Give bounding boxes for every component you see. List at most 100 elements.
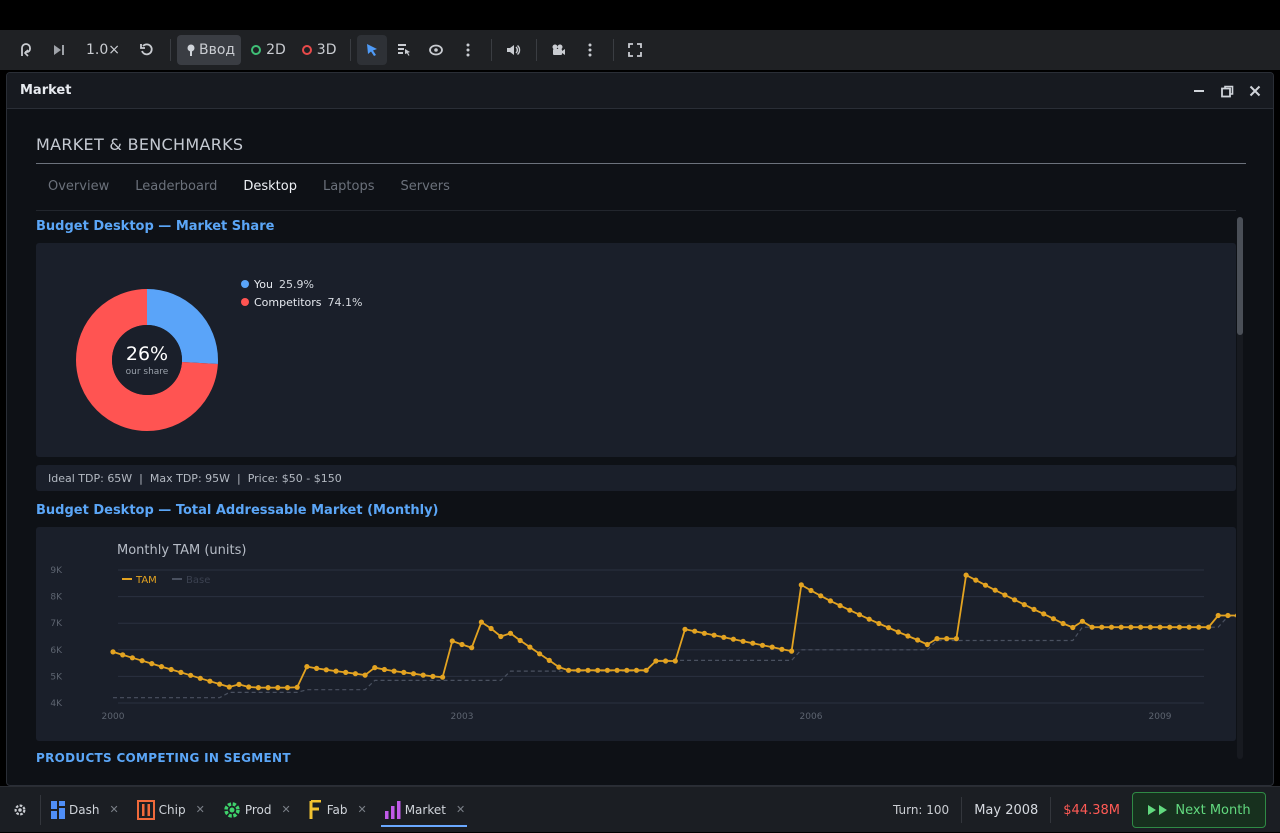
taskbar-tab-chip[interactable]: Chip ✕ [127,787,213,833]
ratio-icon[interactable] [12,35,42,65]
tam-point [779,646,785,652]
mode-2d-button[interactable]: 2D [243,42,294,58]
window-title: Market [20,83,72,98]
mode-2d-label: 2D [266,42,286,58]
tab-leaderboard[interactable]: Leaderboard [135,179,217,194]
taskbar-tab-label: Prod [244,802,272,817]
y-tick-label: 6K [50,646,63,656]
tab-servers[interactable]: Servers [401,179,450,194]
tam-point [265,685,271,691]
tam-point [1002,592,1008,598]
more-vertical-icon[interactable] [453,35,483,65]
tam-point [750,640,756,646]
tam-point [1118,624,1124,630]
tam-point [1138,624,1144,630]
window-titlebar[interactable]: Market [7,73,1273,109]
tam-point [827,598,834,604]
tab-overview[interactable]: Overview [48,179,109,194]
taskbar-tab-fab[interactable]: Fab ✕ [299,787,375,833]
cash-balance: $44.38M [1050,797,1132,823]
tam-point [410,671,417,677]
taskbar-tab-label: Dash [69,802,100,817]
current-date: May 2008 [961,797,1050,823]
taskbar-tab-market[interactable]: Market ✕ [375,787,473,833]
fullscreen-icon[interactable] [620,35,650,65]
taskbar-tab-prod[interactable]: Prod ✕ [213,787,299,833]
scrollbar-thumb[interactable] [1237,217,1243,335]
tab-laptops[interactable]: Laptops [323,179,375,194]
tam-point [527,644,533,650]
donut-center: 26% our share [76,289,218,431]
tam-point [459,641,465,648]
tam-point [469,645,475,651]
tam-point [575,667,581,673]
tam-point [633,667,640,673]
close-icon[interactable] [1247,85,1263,97]
share-legend: You 25.9% Competitors 74.1% [241,275,363,311]
mode-3d-button[interactable]: 3D [294,42,345,58]
tam-point [895,629,901,635]
taskbar-tab-label: Fab [326,802,348,817]
volume-icon[interactable] [498,35,528,65]
legend-item-competitors: Competitors 74.1% [241,293,363,311]
more-vertical-icon-2[interactable] [575,35,605,65]
tam-point [158,664,165,670]
window-controls [1191,73,1263,109]
chip-icon [136,799,155,820]
tam-point [537,651,543,657]
tab-desktop[interactable]: Desktop [243,179,297,194]
close-tab-icon[interactable]: ✕ [109,803,118,816]
step-forward-icon[interactable] [44,35,74,65]
eye-icon[interactable] [421,35,451,65]
x-tick-label: 2003 [451,712,474,722]
tam-point [672,658,678,664]
tam-point [488,625,494,632]
close-tab-icon[interactable]: ✕ [357,803,366,816]
segment-info-bar: Ideal TDP: 65W | Max TDP: 95W | Price: $… [36,465,1236,491]
speed-value[interactable]: 1.0× [76,35,130,65]
segment-info-text: Ideal TDP: 65W | Max TDP: 95W | Price: $… [48,471,342,485]
taskbar: Dash ✕ Chip ✕ Prod ✕ Fab ✕ Market ✕ Turn… [0,786,1280,832]
tam-point [847,607,853,613]
camera-icon[interactable] [543,35,573,65]
close-tab-icon[interactable]: ✕ [196,803,205,816]
tam-point [372,665,378,671]
tam-point [566,667,572,673]
select-list-icon[interactable] [389,35,419,65]
tam-point [915,637,921,643]
ring-green-icon [251,45,262,55]
legend-label-you: You [254,277,273,291]
tam-point [255,685,261,691]
settings-gear-icon[interactable] [0,803,40,817]
tam-point [769,644,775,650]
tam-point [507,630,514,636]
tam-point [953,636,960,642]
x-tick-label: 2009 [1149,712,1172,722]
y-tick-label: 4K [50,699,63,709]
tam-point [876,620,882,627]
next-month-button[interactable]: Next Month [1132,792,1266,828]
tam-chart-panel: Monthly TAM (units) 4K 5K 6K 7K 8K 9K 2000 2003 2… [36,527,1273,741]
tam-point [401,669,407,675]
reset-icon[interactable] [132,35,162,65]
close-tab-icon[interactable]: ✕ [456,803,465,816]
tam-point [1060,620,1066,627]
content-scrollbar[interactable] [1237,217,1243,759]
pointer-icon[interactable] [357,35,388,65]
restore-icon[interactable] [1219,85,1235,98]
minimize-icon[interactable] [1191,85,1207,97]
tabs-divider [36,210,1236,211]
tam-point [1089,624,1095,630]
input-mode-button[interactable]: Ввод [177,35,242,65]
tam-point [110,649,116,655]
legend-label-tam: TAM [135,575,157,586]
tam-point [1186,624,1192,630]
taskbar-tab-dash[interactable]: Dash ✕ [41,787,127,833]
tam-point [168,666,174,673]
tam-point [197,675,203,681]
close-tab-icon[interactable]: ✕ [281,803,290,816]
tam-point [246,684,252,690]
legend-label-base: Base [186,575,210,586]
tam-point [740,638,746,644]
tam-point [643,667,649,673]
